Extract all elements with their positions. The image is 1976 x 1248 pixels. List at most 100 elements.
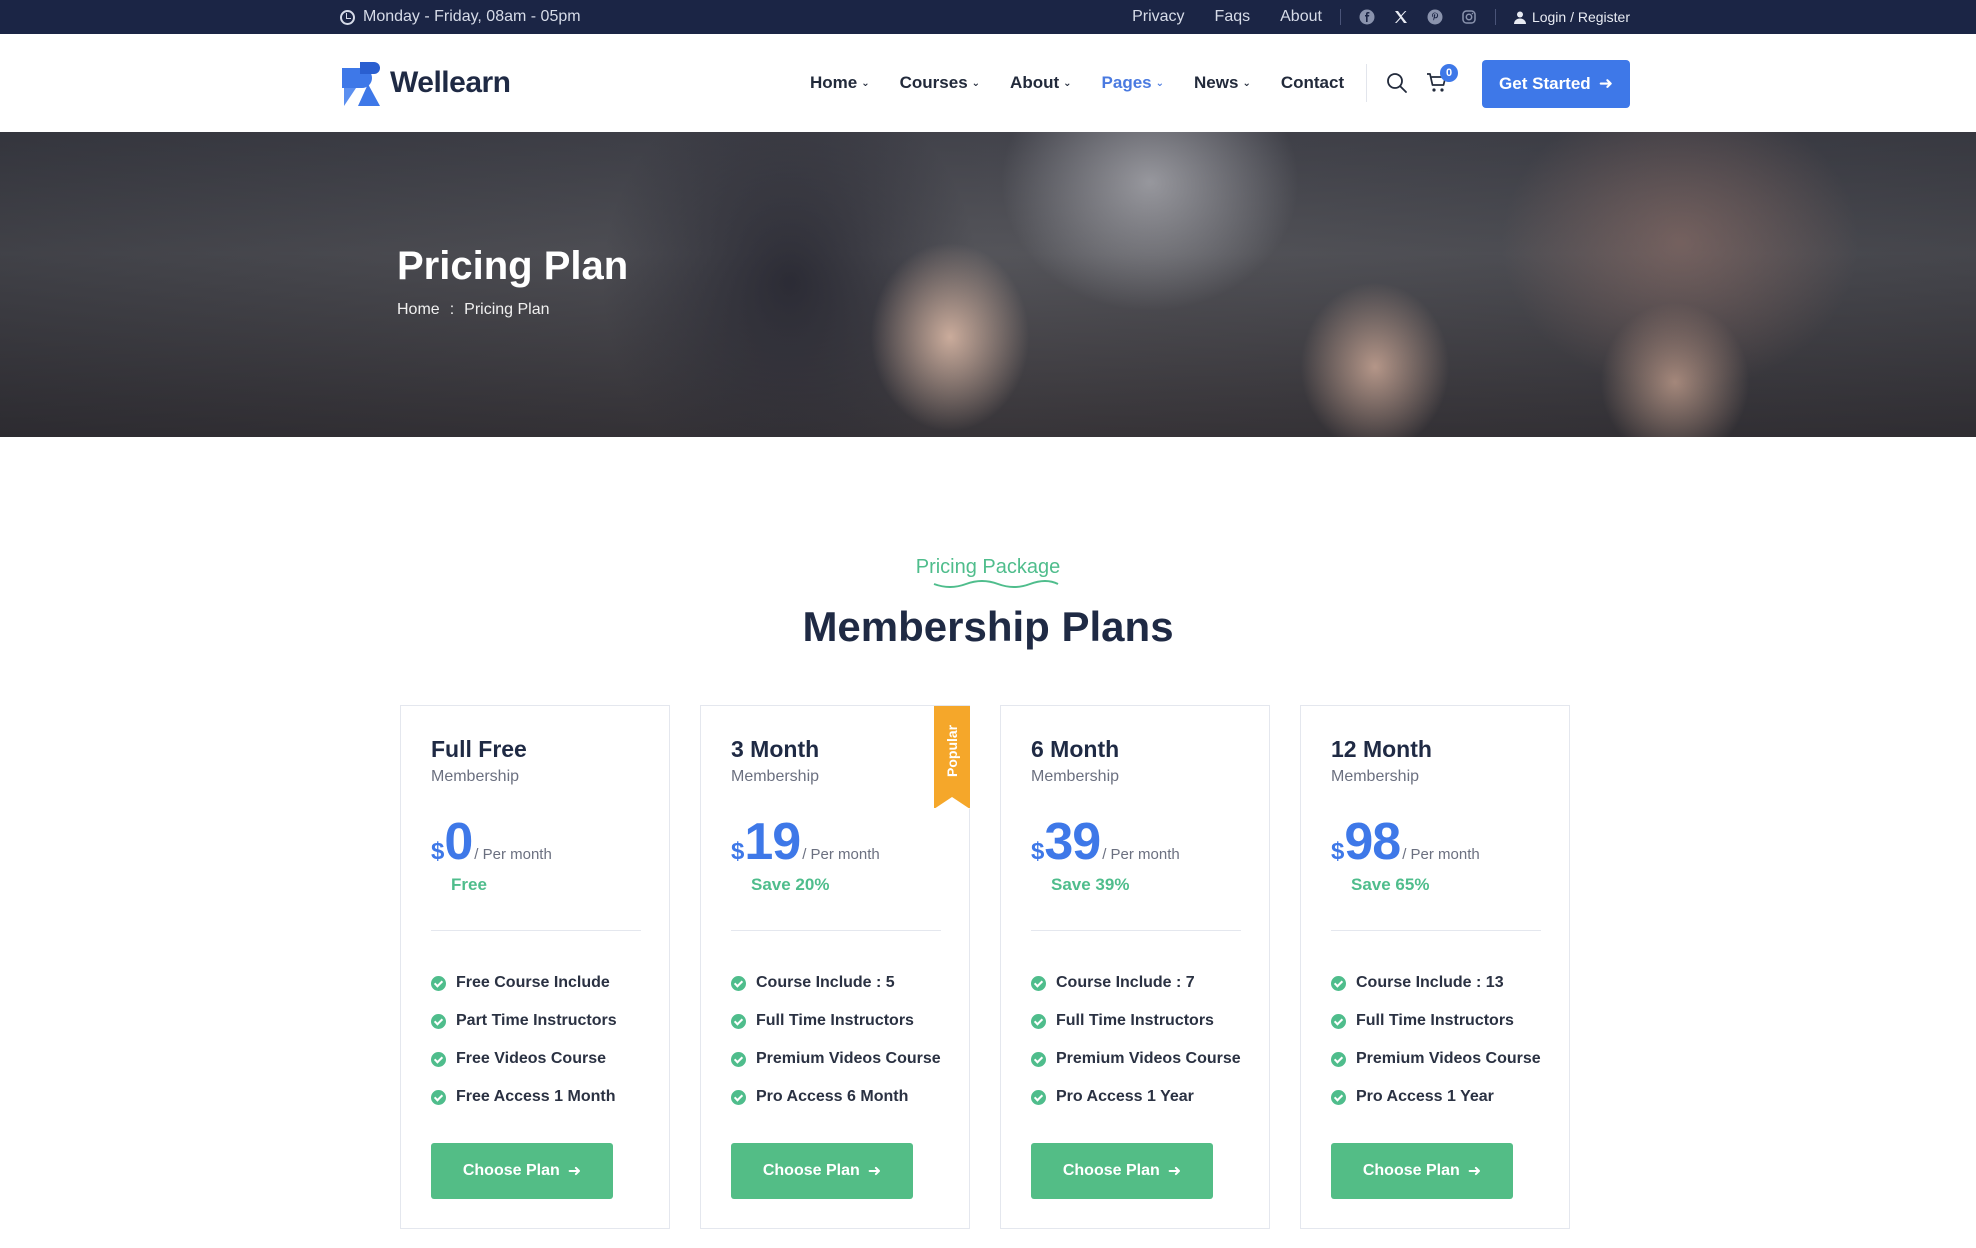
check-circle-icon [731,975,746,991]
banner-photo [870,242,1030,432]
plan-card: Full Free Membership $ 0 / Per month Fre… [400,705,670,1229]
plan-type: Membership [1331,768,1420,785]
breadcrumb-home[interactable]: Home [397,301,440,319]
nav-pages[interactable]: Pages ⌄ [1102,73,1164,93]
page-title: Pricing Plan [397,244,629,288]
feature-item: Part Time Instructors [431,1002,617,1040]
feature-item: Full Time Instructors [731,1002,941,1040]
cart-count-badge: 0 [1440,64,1458,82]
currency-symbol: $ [1331,838,1345,865]
plan-type: Membership [1031,768,1120,785]
arrow-right-icon: ➜ [1467,1163,1482,1180]
feature-label: Full Time Instructors [756,1012,914,1029]
about-link[interactable]: About [1280,8,1322,26]
chevron-down-icon: ⌄ [1155,77,1165,89]
faqs-link[interactable]: Faqs [1215,8,1251,26]
price-period: / Per month [474,846,552,863]
facebook-icon[interactable] [1359,9,1375,25]
header-divider [1366,64,1367,102]
choose-plan-button[interactable]: Choose Plan ➜ [431,1143,613,1199]
feature-label: Pro Access 1 Year [1056,1088,1194,1105]
plan-card: 6 Month Membership $ 39 / Per month Save… [1000,705,1270,1229]
feature-label: Free Access 1 Month [456,1088,616,1105]
top-bar: Monday - Friday, 08am - 05pm Privacy Faq… [0,0,1976,34]
feature-item: Pro Access 1 Year [1031,1078,1241,1116]
plan-name: Full Free [431,736,527,762]
plan-type: Membership [731,768,820,785]
arrow-right-icon: ➜ [567,1163,582,1180]
nav-home[interactable]: Home ⌄ [810,73,870,93]
check-circle-icon [1331,1051,1346,1067]
feature-item: Free Access 1 Month [431,1078,617,1116]
feature-item: Free Course Include [431,964,617,1002]
plan-price: $ 39 / Per month [1031,812,1180,872]
nav-news[interactable]: News ⌄ [1194,73,1251,93]
section-title: Membership Plans [802,603,1174,650]
feature-label: Free Videos Course [456,1050,606,1067]
choose-plan-button[interactable]: Choose Plan ➜ [1031,1143,1213,1199]
login-register-label: Login / Register [1531,9,1630,25]
nav-courses[interactable]: Courses ⌄ [900,73,980,93]
choose-plan-button[interactable]: Choose Plan ➜ [731,1143,913,1199]
plan-saving: Save 20% [751,875,830,894]
feature-label: Pro Access 6 Month [756,1088,909,1105]
plan-saving: Save 39% [1051,875,1130,894]
search-icon[interactable] [1386,72,1408,94]
feature-item: Full Time Instructors [1031,1002,1241,1040]
check-circle-icon [731,1013,746,1029]
check-circle-icon [431,1051,446,1067]
instagram-icon[interactable] [1461,9,1477,25]
plan-name: 3 Month [731,736,820,762]
plan-card: 12 Month Membership $ 98 / Per month Sav… [1300,705,1570,1229]
feature-list: Course Include : 7 Full Time Instructors… [1031,964,1241,1116]
feature-item: Premium Videos Course [1331,1040,1541,1078]
pinterest-icon[interactable] [1427,9,1443,25]
divider [431,930,641,931]
banner-photo [1000,132,1300,312]
x-icon[interactable] [1393,9,1409,25]
plan-card: Popular 3 Month Membership $ 19 / Per mo… [700,705,970,1229]
office-hours: Monday - Friday, 08am - 05pm [340,0,581,34]
chevron-down-icon: ⌄ [1063,77,1072,89]
price-period: / Per month [1402,846,1480,863]
user-icon [1513,11,1526,24]
plan-saving: Free [451,875,487,894]
nav-news-label: News [1194,73,1239,92]
breadcrumb-current: Pricing Plan [464,301,550,318]
nav-pages-label: Pages [1101,73,1152,92]
main-header: Wellearn Home ⌄ Courses ⌄ About ⌄ Pages ⌄ Ne… [0,34,1976,132]
get-started-button[interactable]: Get Started ➜ [1482,60,1630,108]
choose-plan-button[interactable]: Choose Plan ➜ [1331,1143,1513,1199]
check-circle-icon [431,1089,446,1105]
nav-contact[interactable]: Contact [1281,73,1344,93]
login-register-link[interactable]: Login / Register [1513,9,1630,25]
plan-price: $ 19 / Per month [731,812,880,872]
price-amount: 98 [1344,813,1401,871]
choose-plan-label: Choose Plan [462,1162,560,1179]
logo-icon [342,62,380,106]
plan-name: 6 Month [1031,736,1120,762]
feature-item: Course Include : 13 [1331,964,1541,1002]
privacy-link[interactable]: Privacy [1132,8,1184,26]
check-circle-icon [731,1051,746,1067]
arrow-right-icon: ➜ [1167,1163,1182,1180]
feature-label: Course Include : 13 [1356,974,1504,991]
check-circle-icon [1031,975,1046,991]
feature-item: Free Videos Course [431,1040,617,1078]
breadcrumb-separator: : [449,301,455,318]
price-amount: 0 [444,813,473,871]
check-circle-icon [1331,975,1346,991]
price-period: / Per month [802,846,880,863]
feature-item: Pro Access 1 Year [1331,1078,1541,1116]
logo[interactable]: Wellearn [340,60,511,106]
nav-about[interactable]: About ⌄ [1010,73,1071,93]
divider [1031,930,1241,931]
feature-label: Part Time Instructors [456,1012,617,1029]
check-circle-icon [431,975,446,991]
office-hours-text: Monday - Friday, 08am - 05pm [363,8,581,25]
divider [1494,9,1496,25]
currency-symbol: $ [731,838,745,865]
price-amount: 19 [744,813,801,871]
feature-label: Course Include : 5 [756,974,895,991]
divider [1339,9,1341,25]
